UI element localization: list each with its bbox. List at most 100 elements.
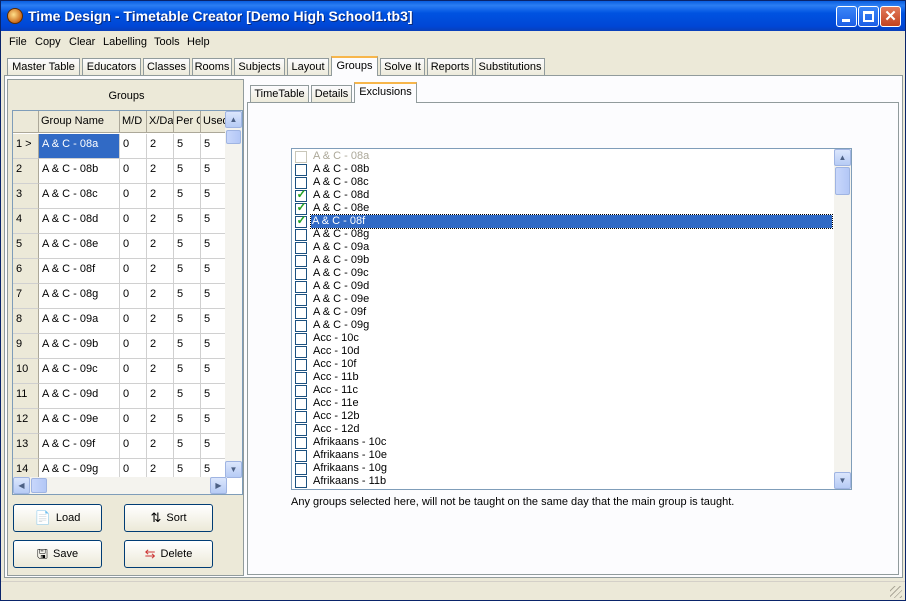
table-cell[interactable]: 5 — [174, 334, 201, 359]
table-row[interactable]: 6A & C - 08f 0 2 5 5 — [13, 259, 227, 284]
grid-scroll-thumb[interactable] — [226, 130, 241, 144]
table-cell[interactable]: 2 — [147, 334, 174, 359]
checkbox[interactable] — [295, 294, 307, 306]
table-cell[interactable]: 5 — [174, 209, 201, 234]
close-button[interactable]: ✕ — [880, 6, 901, 27]
table-cell[interactable]: 2 — [147, 284, 174, 309]
table-row[interactable]: 2A & C - 08b 0 2 5 5 — [13, 159, 227, 184]
checkbox[interactable] — [295, 268, 307, 280]
table-cell[interactable]: 0 — [120, 184, 147, 209]
checklist-item[interactable]: Afrikaans - 10e — [292, 449, 833, 462]
table-row[interactable]: 5A & C - 08e 0 2 5 5 — [13, 234, 227, 259]
tab-classes[interactable]: Classes — [143, 58, 190, 76]
table-cell[interactable]: 2 — [147, 184, 174, 209]
table-cell[interactable]: 5 — [201, 209, 227, 234]
table-cell[interactable]: A & C - 09f — [39, 434, 120, 459]
groups-grid[interactable]: Group Name M/D X/Da Per C Used 1 >A & C … — [12, 110, 243, 495]
table-cell[interactable]: A & C - 08e — [39, 234, 120, 259]
table-cell[interactable]: 2 — [147, 359, 174, 384]
table-cell[interactable]: A & C - 08b — [39, 159, 120, 184]
table-cell[interactable]: 0 — [120, 134, 147, 159]
tab-master-table[interactable]: Master Table — [7, 58, 80, 76]
checklist-item[interactable]: A & C - 09c — [292, 267, 833, 280]
table-row[interactable]: 1 > A & C - 08a 0 2 5 5 — [13, 134, 227, 159]
scroll-up-icon[interactable]: ▲ — [834, 149, 851, 166]
checklist-item[interactable]: Acc - 11b — [292, 371, 833, 384]
tab-rooms[interactable]: Rooms — [192, 58, 232, 76]
exclusions-checklist[interactable]: A & C - 08a A & C - 08b A & C - 08c ✓ A & C … — [291, 148, 852, 490]
table-cell[interactable]: 5 — [174, 234, 201, 259]
row-number-cell[interactable]: 6 — [13, 259, 39, 284]
table-row[interactable]: 3A & C - 08c 0 2 5 5 — [13, 184, 227, 209]
table-cell[interactable]: 5 — [174, 309, 201, 334]
row-number-cell[interactable]: 4 — [13, 209, 39, 234]
checkbox[interactable] — [295, 242, 307, 254]
table-row[interactable]: 9A & C - 09b 0 2 5 5 — [13, 334, 227, 359]
table-cell[interactable]: 0 — [120, 434, 147, 459]
checklist-item[interactable]: Acc - 10d — [292, 345, 833, 358]
checklist-item[interactable]: A & C - 08b — [292, 163, 833, 176]
maximize-button[interactable] — [858, 6, 879, 27]
table-cell[interactable]: 5 — [201, 409, 227, 434]
menu-file[interactable]: File — [9, 36, 27, 48]
table-cell[interactable]: 5 — [174, 284, 201, 309]
table-cell[interactable]: A & C - 09c — [39, 359, 120, 384]
table-row[interactable]: 8A & C - 09a 0 2 5 5 — [13, 309, 227, 334]
grid-header-group-name[interactable]: Group Name — [39, 111, 120, 133]
checklist-item[interactable]: A & C - 08c — [292, 176, 833, 189]
table-cell[interactable]: A & C - 09b — [39, 334, 120, 359]
grid-vertical-scrollbar[interactable]: ▲ ▼ — [225, 111, 242, 478]
table-cell[interactable]: 5 — [201, 134, 227, 159]
table-cell[interactable]: A & C - 08f — [39, 259, 120, 284]
checklist-item[interactable]: Afrikaans - 11b — [292, 475, 833, 488]
checkbox[interactable] — [295, 476, 307, 488]
checklist-item[interactable]: A & C - 09a — [292, 241, 833, 254]
table-cell[interactable]: A & C - 09a — [39, 309, 120, 334]
table-cell[interactable]: 0 — [120, 409, 147, 434]
table-cell[interactable]: 0 — [120, 234, 147, 259]
tab-educators[interactable]: Educators — [82, 58, 141, 76]
checkbox[interactable]: ✓ — [295, 214, 307, 228]
table-cell[interactable]: 5 — [201, 384, 227, 409]
table-cell[interactable]: 0 — [120, 209, 147, 234]
checklist-item[interactable]: A & C - 09f — [292, 306, 833, 319]
checkbox[interactable] — [295, 398, 307, 410]
table-cell[interactable]: 5 — [201, 334, 227, 359]
checkbox[interactable] — [295, 411, 307, 423]
row-number-cell[interactable]: 11 — [13, 384, 39, 409]
row-number-cell[interactable]: 7 — [13, 284, 39, 309]
scroll-left-icon[interactable]: ◀ — [13, 477, 30, 494]
checklist-item[interactable]: A & C - 08a — [292, 150, 833, 163]
sort-button[interactable]: ⇅ Sort — [124, 504, 213, 532]
checkbox[interactable] — [295, 346, 307, 358]
table-cell[interactable]: 5 — [201, 234, 227, 259]
grid-hscroll-thumb[interactable] — [31, 478, 47, 493]
table-cell[interactable]: 5 — [174, 159, 201, 184]
checklist-item[interactable]: ✓ A & C - 08f — [292, 214, 833, 229]
table-cell[interactable]: 5 — [174, 259, 201, 284]
table-cell[interactable]: 5 — [174, 134, 201, 159]
scroll-right-icon[interactable]: ▶ — [210, 477, 227, 494]
table-row[interactable]: 11 A & C - 09d 0 2 5 5 — [13, 384, 227, 409]
table-cell[interactable]: 5 — [201, 309, 227, 334]
checkbox[interactable] — [295, 255, 307, 267]
title-bar[interactable]: Time Design - Timetable Creator [Demo Hi… — [1, 1, 905, 31]
grid-header-perc[interactable]: Per C — [174, 111, 201, 133]
checkbox[interactable] — [295, 463, 307, 475]
checklist-scroll-thumb[interactable] — [835, 167, 850, 195]
row-number-cell[interactable]: 3 — [13, 184, 39, 209]
table-cell[interactable]: 2 — [147, 159, 174, 184]
checklist-item[interactable]: ✓ A & C - 08e — [292, 201, 833, 215]
menu-copy[interactable]: Copy — [35, 36, 61, 48]
table-cell[interactable]: A & C - 08g — [39, 284, 120, 309]
table-cell[interactable]: 2 — [147, 309, 174, 334]
menu-tools[interactable]: Tools — [154, 36, 180, 48]
table-cell[interactable]: 5 — [201, 359, 227, 384]
table-row[interactable]: 12 A & C - 09e 0 2 5 5 — [13, 409, 227, 434]
checkbox[interactable] — [295, 307, 307, 319]
grid-horizontal-scrollbar[interactable]: ◀ ▶ — [13, 477, 227, 494]
checkbox[interactable] — [295, 229, 307, 241]
checkbox[interactable] — [295, 164, 307, 176]
table-cell[interactable]: 0 — [120, 259, 147, 284]
table-cell[interactable]: A & C - 08a — [39, 134, 120, 159]
